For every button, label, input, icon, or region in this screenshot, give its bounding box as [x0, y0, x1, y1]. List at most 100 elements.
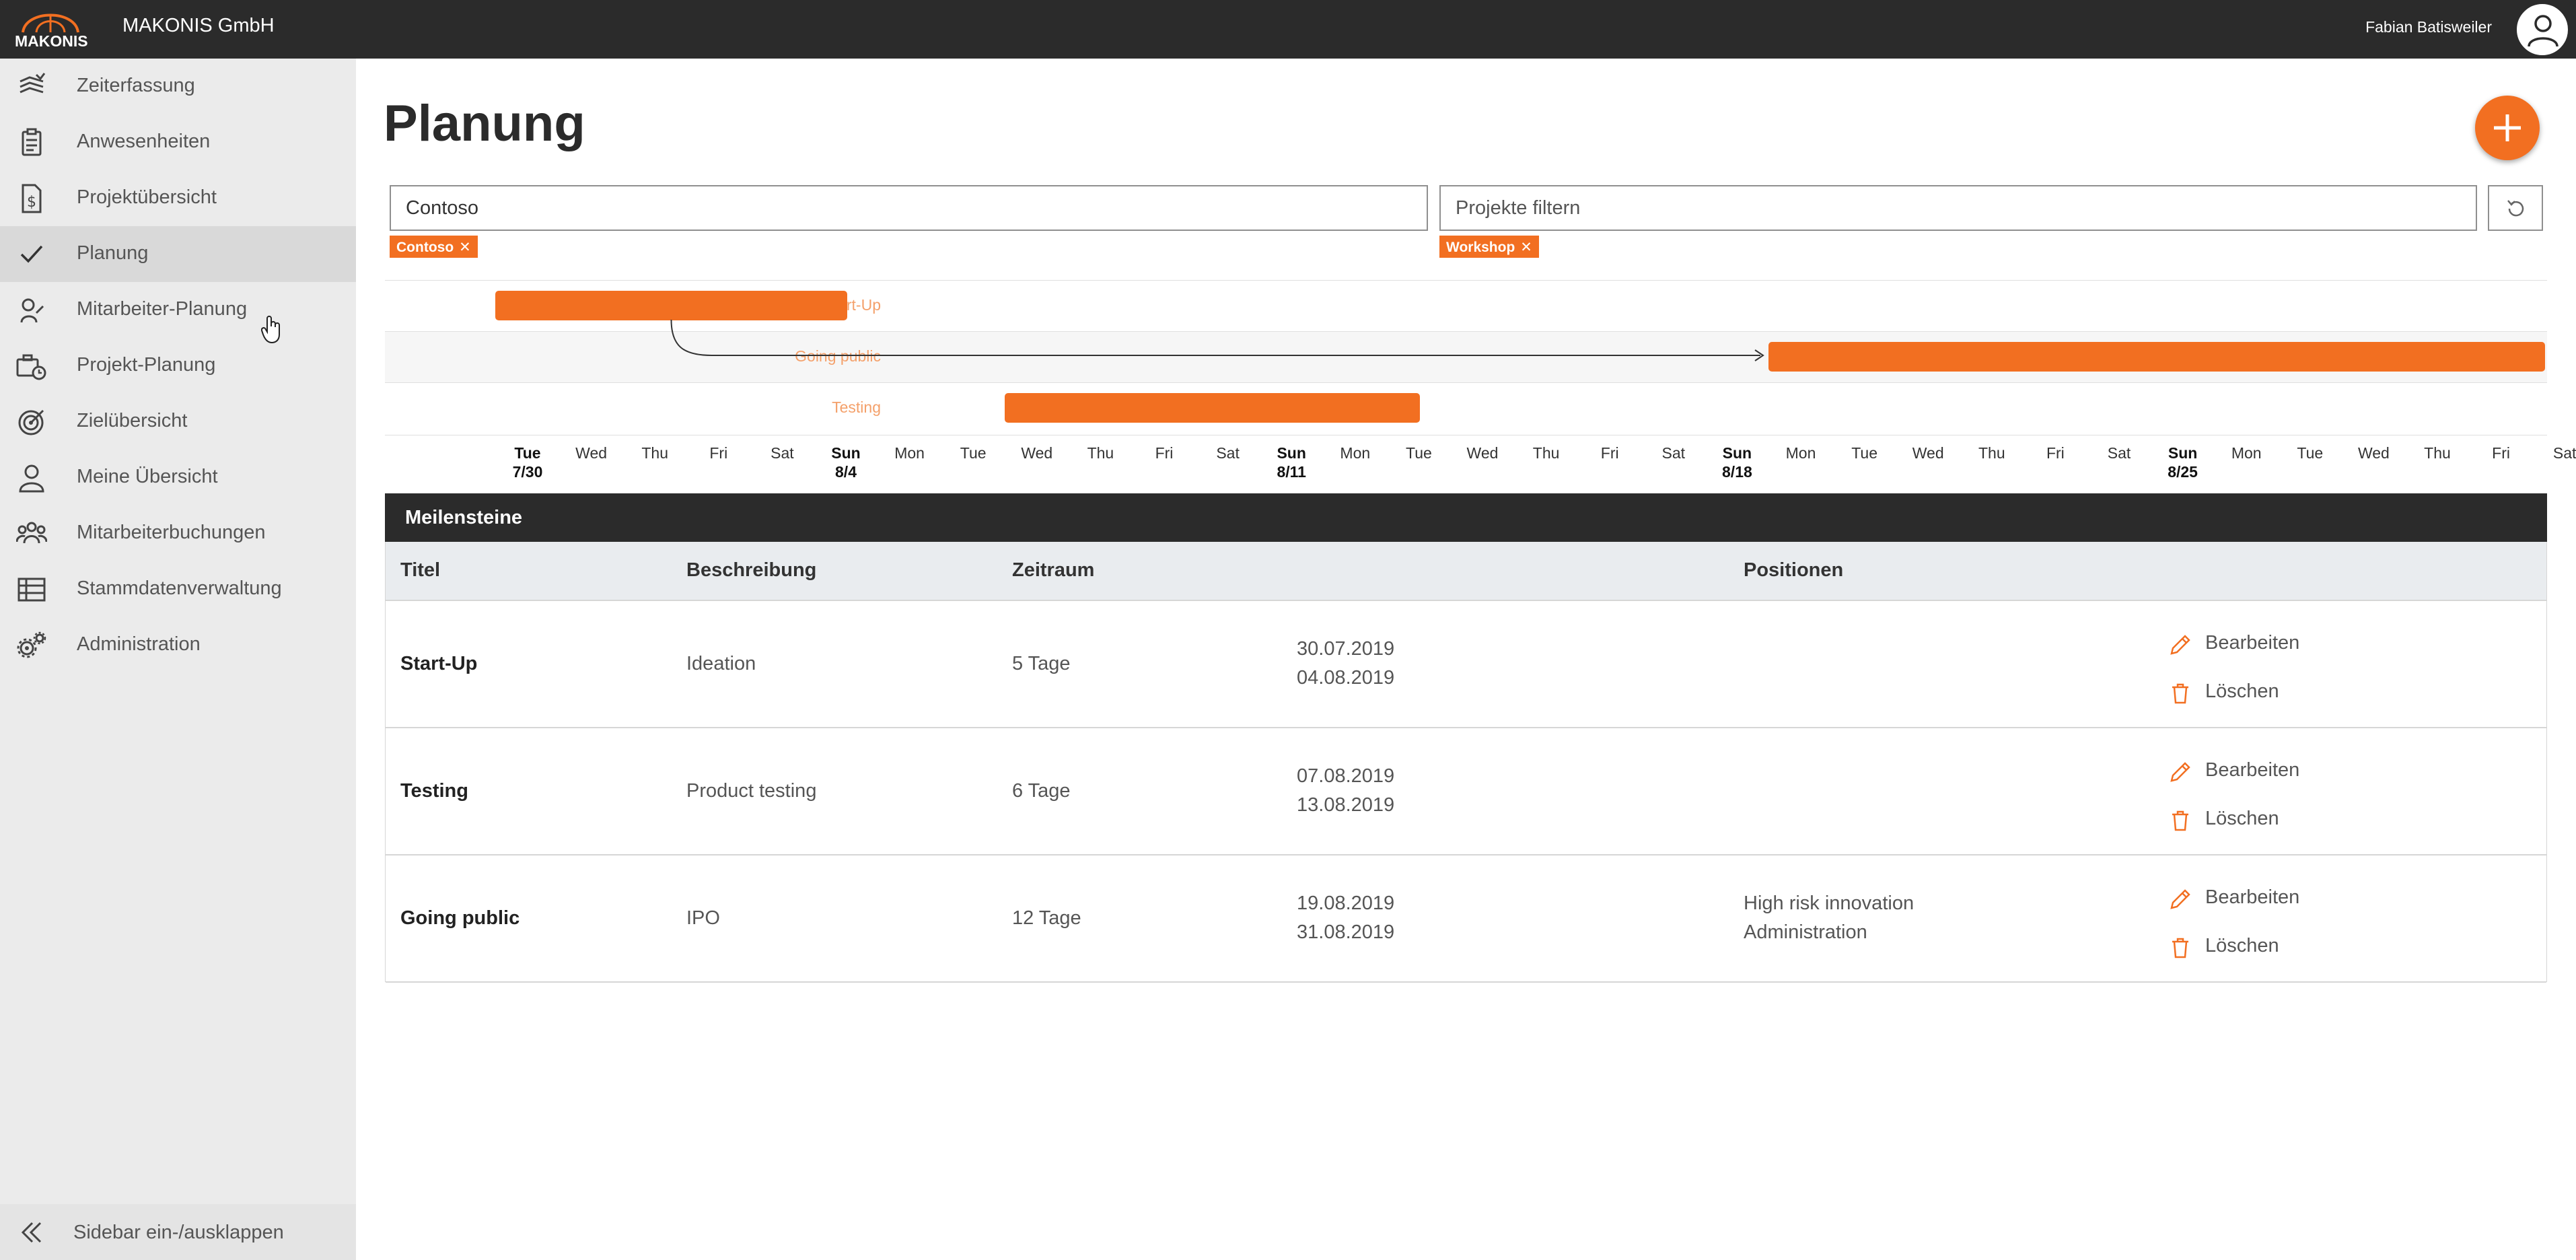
- milestone-title: Testing: [400, 780, 468, 802]
- axis-tick: Mon: [2231, 444, 2262, 462]
- chip-remove-icon[interactable]: ✕: [1520, 240, 1532, 255]
- user-avatar-icon: [2528, 15, 2559, 47]
- milestone-end-date: 13.08.2019: [1297, 794, 1395, 816]
- sidebar-item-label: Anwesenheiten: [77, 131, 211, 152]
- sidebar-item-label: Stammdatenverwaltung: [77, 578, 282, 599]
- edit-label: Bearbeiten: [2205, 886, 2300, 908]
- axis-tick: Sat: [1216, 444, 1240, 462]
- axis-tick: Sun 8/4: [831, 444, 861, 481]
- sidebar-item-administration[interactable]: Administration: [0, 617, 356, 673]
- edit-label: Bearbeiten: [2205, 759, 2300, 781]
- makonis-logo[interactable]: MAKONIS: [15, 7, 88, 50]
- sidebar-item-label: Administration: [77, 633, 201, 655]
- axis-tick: Fri: [1155, 444, 1174, 462]
- project-chip: Workshop ✕: [1439, 236, 1539, 258]
- sidebar-item-label: Planung: [77, 242, 149, 264]
- delete-label: Löschen: [2205, 935, 2279, 956]
- sidebar-item-mitarbeiter-planung[interactable]: Mitarbeiter-Planung: [0, 282, 356, 338]
- gantt-time-axis: Tue 7/30 Wed Thu Fri Sat Sun 8/4 Mon Tue Wed Thu Fri…: [385, 435, 2576, 482]
- axis-tick: Fri: [709, 444, 728, 462]
- add-milestone-button[interactable]: [2475, 96, 2540, 160]
- axis-tick: Thu: [1532, 444, 1560, 462]
- sidebar-toggle-label: Sidebar ein-/ausklappen: [73, 1222, 284, 1243]
- table-header-row: Titel Beschreibung Zeitraum Positionen: [386, 542, 2546, 601]
- user-icon: [19, 464, 44, 493]
- avatar[interactable]: [2517, 4, 2568, 55]
- milestone-end-date: 04.08.2019: [1297, 667, 1395, 689]
- milestone-description: Product testing: [686, 780, 817, 802]
- milestone-start-date: 19.08.2019: [1297, 893, 1395, 914]
- dependency-line: [670, 319, 1760, 356]
- axis-tick: Thu: [1087, 444, 1114, 462]
- hand-cursor-icon: [261, 316, 280, 344]
- sidebar-toggle-button[interactable]: Sidebar ein-/ausklappen: [0, 1204, 356, 1260]
- project-filter-input[interactable]: [1439, 185, 2477, 231]
- axis-tick: Wed: [575, 444, 608, 462]
- delete-label: Löschen: [2205, 680, 2279, 702]
- sidebar-item-label: Mitarbeiterbuchungen: [77, 522, 266, 543]
- sidebar-item-stammdatenverwaltung[interactable]: Stammdatenverwaltung: [0, 561, 356, 617]
- sidebar-item-projektuebersicht[interactable]: $ Projektübersicht: [0, 170, 356, 226]
- axis-tick: Tue: [960, 444, 987, 462]
- milestone-description: Ideation: [686, 653, 756, 674]
- axis-tick: Sun 8/11: [1277, 444, 1306, 481]
- milestone-start-date: 07.08.2019: [1297, 765, 1395, 787]
- sidebar-item-anwesenheiten[interactable]: Anwesenheiten: [0, 114, 356, 170]
- sidebar-item-mitarbeiterbuchungen[interactable]: Mitarbeiterbuchungen: [0, 505, 356, 561]
- company-name: MAKONIS GmbH: [122, 15, 275, 36]
- axis-tick: Sat: [2552, 444, 2576, 462]
- target-icon: [18, 409, 44, 435]
- sidebar-item-planung[interactable]: Planung: [0, 226, 356, 282]
- delete-label: Löschen: [2205, 808, 2279, 829]
- team-icon: [16, 522, 47, 544]
- sidebar-item-label: Zielübersicht: [77, 410, 188, 431]
- person-edit-icon: [20, 298, 44, 323]
- milestones-table: Titel Beschreibung Zeitraum Positionen S…: [385, 542, 2547, 983]
- milestone-title: Start-Up: [400, 653, 478, 674]
- plus-icon: [2494, 114, 2521, 141]
- axis-tick: Wed: [2357, 444, 2390, 462]
- table-icon: [17, 578, 46, 602]
- chip-label: Workshop: [1446, 240, 1515, 255]
- axis-tick: Wed: [1912, 444, 1944, 462]
- axis-tick: Mon: [894, 444, 925, 462]
- sidebar-item-zeiterfassung[interactable]: Zeiterfassung: [0, 59, 356, 114]
- column-header-period[interactable]: Zeitraum: [1012, 559, 1094, 582]
- trash-icon: [2172, 938, 2188, 958]
- gantt-chart: Start-Up Going public Testing Tue 7/30 Wed…: [385, 280, 2576, 481]
- pencil-icon: [2170, 889, 2190, 909]
- milestone-start-date: 30.07.2019: [1297, 638, 1395, 660]
- sidebar-item-projekt-planung[interactable]: Projekt-Planung: [0, 338, 356, 394]
- logo-text: MAKONIS: [15, 32, 88, 50]
- sidebar-item-label: Meine Übersicht: [77, 466, 218, 487]
- table-row: Testing Product testing 6 Tage 07.08.201…: [386, 728, 2546, 855]
- axis-tick: Wed: [1466, 444, 1499, 462]
- reset-filter-button[interactable]: [2488, 185, 2543, 231]
- customer-chip: Contoso ✕: [390, 236, 478, 258]
- column-header-positions[interactable]: Positionen: [1744, 559, 1843, 582]
- customer-filter-input[interactable]: [390, 185, 1428, 231]
- pencil-icon: [2170, 635, 2190, 655]
- page-title: Planung: [384, 95, 585, 152]
- sidebar-item-meine-uebersicht[interactable]: Meine Übersicht: [0, 450, 356, 505]
- sidebar-item-label: Zeiterfassung: [77, 75, 195, 96]
- axis-tick: Tue: [1851, 444, 1877, 462]
- column-header-description[interactable]: Beschreibung: [686, 559, 816, 582]
- double-chevron-left-icon: [21, 1222, 42, 1243]
- time-tracking-icon: [20, 73, 46, 94]
- pencil-icon: [2170, 762, 2190, 782]
- axis-tick: Thu: [1978, 444, 2005, 462]
- axis-tick: Thu: [2424, 444, 2451, 462]
- sidebar-item-zieluebersicht[interactable]: Zielübersicht: [0, 394, 356, 450]
- top-bar: MAKONIS MAKONIS GmbH Fabian Batisweiler: [0, 0, 2576, 59]
- axis-tick: Sat: [1661, 444, 1686, 462]
- milestone-end-date: 31.08.2019: [1297, 921, 1395, 943]
- user-name[interactable]: Fabian Batisweiler: [2365, 18, 2492, 36]
- milestone-duration: 6 Tage: [1012, 780, 1071, 802]
- table-row: Going public IPO 12 Tage 19.08.2019 31.0…: [386, 855, 2546, 983]
- edit-label: Bearbeiten: [2205, 632, 2300, 654]
- axis-tick: Sat: [2107, 444, 2131, 462]
- chip-remove-icon[interactable]: ✕: [459, 240, 471, 255]
- column-header-title[interactable]: Titel: [400, 559, 440, 582]
- clipboard-icon: [22, 128, 42, 156]
